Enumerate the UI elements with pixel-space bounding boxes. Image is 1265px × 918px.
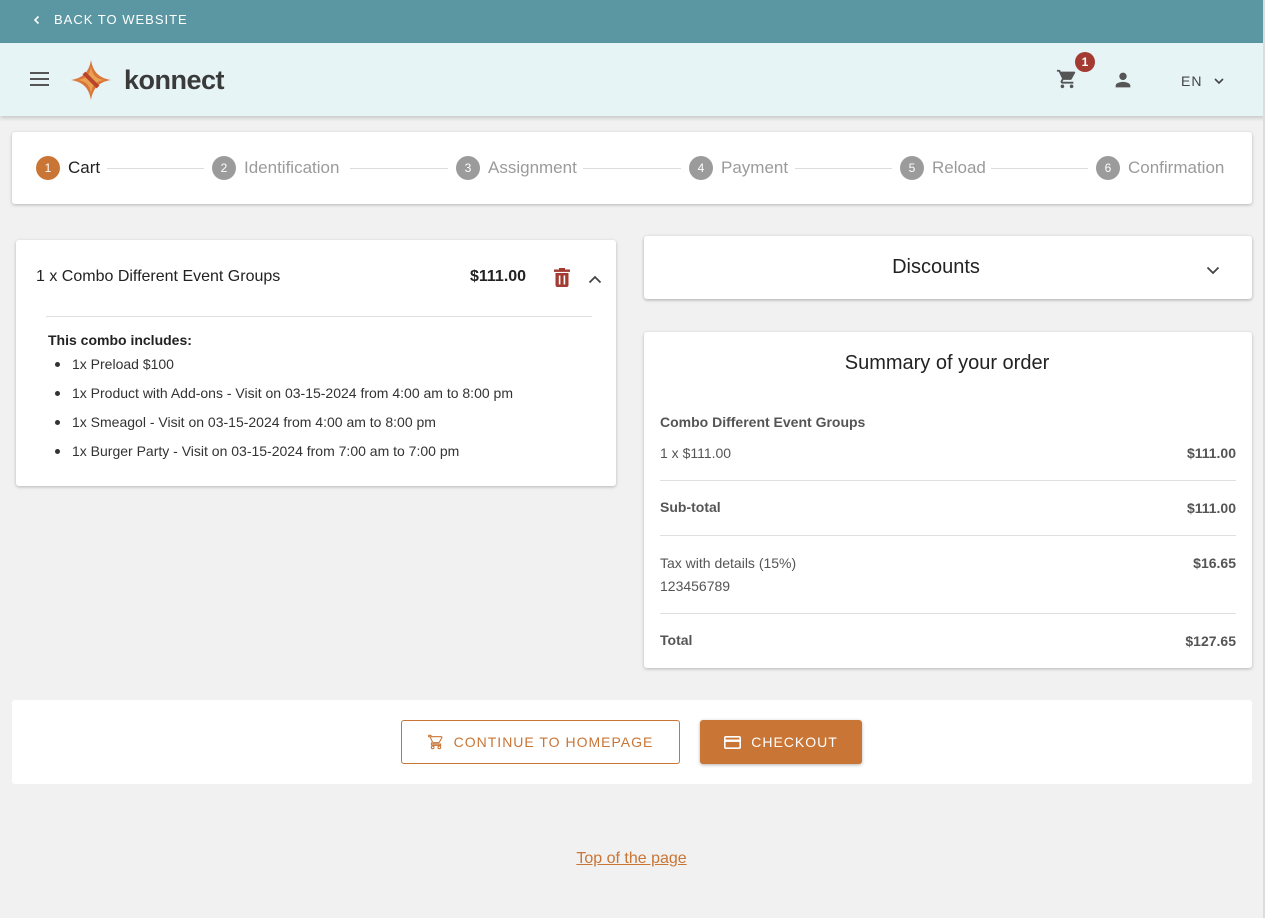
step-label: Payment	[721, 158, 789, 177]
summary-product-total: $111.00	[1186, 445, 1236, 461]
step-cart[interactable]: 1 Cart	[36, 156, 100, 180]
divider	[660, 480, 1236, 481]
cart-item-card: 1 x Combo Different Event Groups $111.00…	[16, 240, 616, 486]
language-label: EN	[1181, 73, 1203, 89]
checkout-button[interactable]: CHECKOUT	[700, 720, 862, 764]
cart-icon[interactable]	[1056, 68, 1078, 95]
top-bar: BACK TO WEBSITE	[0, 0, 1265, 43]
step-number: 1	[36, 156, 60, 180]
combo-includes-label: This combo includes:	[48, 332, 192, 348]
user-account-icon[interactable]	[1112, 69, 1134, 96]
trash-icon[interactable]	[554, 268, 570, 292]
checkout-stepper: 1 Cart 2 Identification 3 Assignment 4 P…	[12, 132, 1252, 204]
summary-title: Summary of your order	[844, 352, 1050, 374]
menu-icon[interactable]	[30, 72, 49, 91]
list-item: 1x Burger Party - Visit on 03-15-2024 fr…	[52, 443, 513, 472]
tax-label: Tax with details (15%)	[660, 555, 797, 571]
chevron-left-icon	[33, 15, 40, 24]
step-assignment[interactable]: 3 Assignment	[456, 156, 577, 180]
brand-logo[interactable]: konnect	[71, 60, 225, 100]
total-value: $127.65	[1185, 633, 1236, 649]
list-item: 1x Preload $100	[52, 356, 513, 385]
step-payment[interactable]: 4 Payment	[689, 156, 788, 180]
cart-count-badge: 1	[1075, 52, 1095, 72]
subtotal-value: $111.00	[1186, 500, 1236, 516]
step-reload[interactable]: 5 Reload	[900, 156, 986, 180]
step-connector	[107, 168, 204, 169]
cart-item-price: $111.00	[470, 268, 527, 285]
chevron-down-icon	[1206, 262, 1220, 280]
divider	[660, 613, 1236, 614]
step-confirmation[interactable]: 6 Confirmation	[1096, 156, 1224, 180]
chevron-up-icon[interactable]	[588, 271, 602, 289]
step-connector	[991, 168, 1088, 169]
site-header: konnect 1 EN	[0, 43, 1265, 116]
continue-to-homepage-button[interactable]: CONTINUE TO HOMEPAGE	[401, 720, 680, 764]
combo-items-list: 1x Preload $100 1x Product with Add-ons …	[52, 356, 513, 472]
step-connector	[583, 168, 681, 169]
top-of-page-link[interactable]: Top of the page	[0, 850, 1263, 868]
subtotal-label: Sub-total	[660, 499, 721, 515]
summary-product-name: Combo Different Event Groups	[660, 414, 866, 430]
back-to-website-label: BACK TO WEBSITE	[54, 12, 188, 27]
cart-icon	[427, 734, 443, 750]
step-label: Cart	[68, 158, 101, 177]
chevron-down-icon	[1214, 77, 1225, 84]
konnect-logo-icon	[71, 60, 111, 100]
cart-item-title: 1 x Combo Different Event Groups	[36, 268, 281, 285]
divider	[660, 535, 1236, 536]
step-number: 2	[212, 156, 236, 180]
back-to-website-link[interactable]: BACK TO WEBSITE	[32, 12, 188, 27]
step-connector	[795, 168, 892, 169]
step-label: Confirmation	[1128, 158, 1225, 177]
total-label: Total	[660, 632, 693, 648]
step-number: 4	[689, 156, 713, 180]
step-number: 5	[900, 156, 924, 180]
step-connector	[350, 168, 448, 169]
continue-label: CONTINUE TO HOMEPAGE	[453, 734, 654, 750]
step-number: 3	[456, 156, 480, 180]
tax-value: $16.65	[1193, 555, 1236, 571]
step-identification[interactable]: 2 Identification	[212, 156, 339, 180]
step-label: Reload	[932, 158, 986, 177]
discounts-accordion[interactable]: Discounts	[644, 236, 1252, 299]
tax-detail: 123456789	[660, 578, 731, 594]
order-summary-card: Summary of your order Combo Different Ev…	[644, 332, 1252, 668]
action-bar: CONTINUE TO HOMEPAGE CHECKOUT	[12, 700, 1252, 784]
brand-name: konnect	[124, 64, 225, 95]
language-selector[interactable]: EN	[1181, 73, 1225, 89]
step-number: 6	[1096, 156, 1120, 180]
divider	[46, 316, 592, 317]
step-label: Assignment	[488, 158, 577, 177]
credit-card-icon	[724, 735, 742, 749]
checkout-label: CHECKOUT	[751, 734, 838, 750]
summary-product-qty: 1 x $111.00	[660, 445, 732, 461]
discounts-title: Discounts	[892, 256, 980, 278]
step-label: Identification	[244, 158, 340, 177]
list-item: 1x Product with Add-ons - Visit on 03-15…	[52, 385, 513, 414]
list-item: 1x Smeagol - Visit on 03-15-2024 from 4:…	[52, 414, 513, 443]
